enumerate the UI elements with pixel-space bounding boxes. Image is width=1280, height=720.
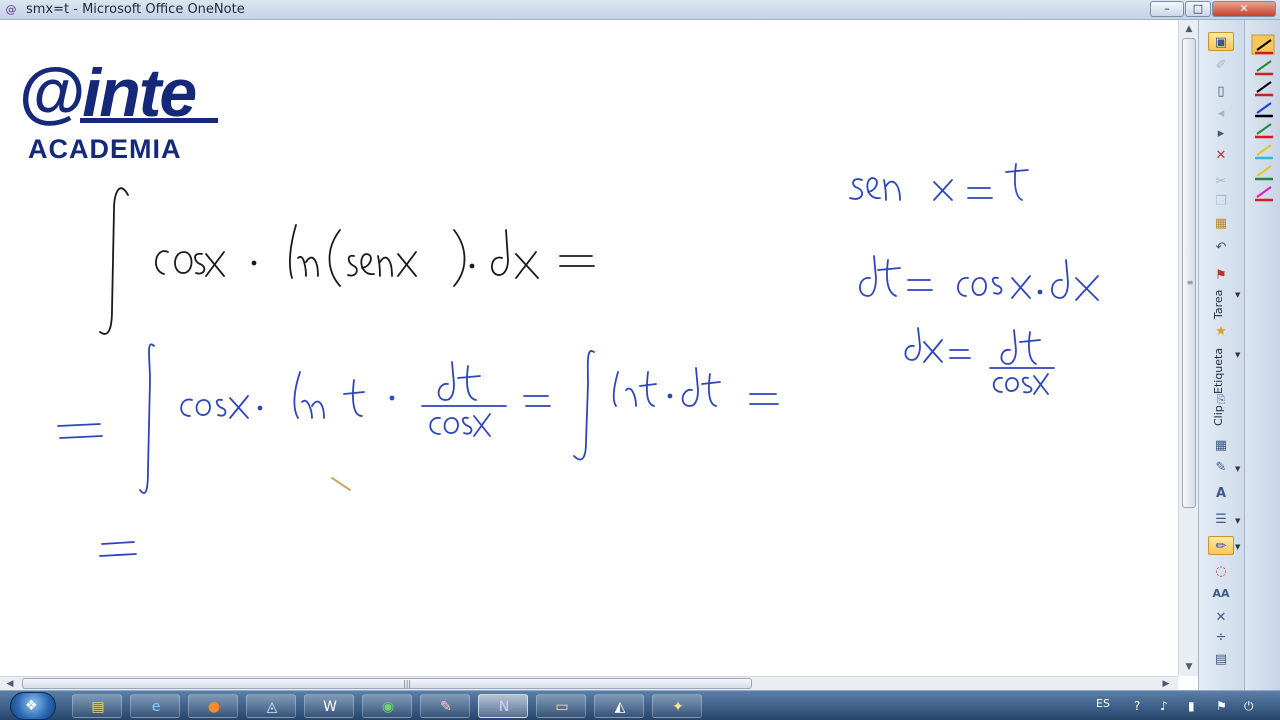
select-tool-button[interactable]: ▣	[1208, 32, 1234, 51]
taskbar-app-network[interactable]: ◬	[246, 694, 296, 718]
equation-line-2	[57, 343, 779, 494]
scroll-left-icon[interactable]: ◀	[4, 677, 16, 691]
title-bar: @ smx=t - Microsoft Office OneNote – □ ✕	[0, 0, 1280, 20]
pen-icon[interactable]	[1256, 123, 1272, 135]
notes-icon: ▭	[555, 699, 569, 715]
tools-icon: ✦	[672, 699, 684, 715]
screen: @ smx=t - Microsoft Office OneNote – □ ✕	[0, 0, 1280, 720]
grip-icon: ≡	[1186, 278, 1194, 287]
taskbar-app-tools[interactable]: ✦	[652, 694, 702, 718]
taskbar-app-explorer[interactable]: ▤	[72, 694, 122, 718]
help-icon[interactable]: ?	[1134, 698, 1140, 714]
word-icon: W	[323, 699, 337, 715]
onenote-icon: N	[498, 699, 510, 715]
table-icon[interactable]: ▦	[1208, 436, 1234, 455]
tarea-label[interactable]: Tarea	[1203, 284, 1235, 324]
taskbar-app-paint[interactable]: ✎	[420, 694, 470, 718]
horizontal-scroll-thumb[interactable]: |||	[22, 678, 752, 689]
window-title: smx=t - Microsoft Office OneNote	[26, 2, 245, 17]
grip-icon: |||	[403, 679, 412, 688]
scroll-down-icon[interactable]: ▼	[1182, 660, 1196, 674]
note-canvas[interactable]: @inte ACADEMIA	[0, 20, 1178, 676]
pen-icon[interactable]	[1256, 60, 1272, 72]
onenote-icon: @	[5, 3, 17, 16]
maximize-button[interactable]: □	[1185, 1, 1211, 17]
page-icon[interactable]: ▤	[1208, 650, 1234, 669]
taskbar-app-word[interactable]: W	[304, 694, 354, 718]
volume-icon[interactable]: ♪	[1160, 698, 1168, 714]
chevron-down-icon[interactable]: ▼	[1235, 464, 1243, 474]
text-tool-icon[interactable]: A	[1208, 484, 1234, 503]
star-icon[interactable]: ★	[1208, 322, 1234, 341]
taskbar-app-firefox[interactable]: ●	[188, 694, 238, 718]
insert-space-icon[interactable]: ÷	[1208, 628, 1234, 647]
taskbar-app-notes[interactable]: ▭	[536, 694, 586, 718]
close-button[interactable]: ✕	[1212, 1, 1276, 17]
text-format-icon[interactable]: AA	[1208, 584, 1234, 603]
drive-icon: ◭	[614, 699, 626, 715]
taskbar-app-chrome[interactable]: ◉	[362, 694, 412, 718]
back-icon[interactable]: ◂	[1208, 104, 1234, 123]
taskbar-app-internet-explorer[interactable]: e	[130, 694, 180, 718]
pen-icon[interactable]	[1256, 81, 1272, 93]
chrome-icon: ◉	[381, 699, 395, 715]
scroll-up-icon[interactable]: ▲	[1182, 22, 1196, 36]
pen-icon[interactable]	[1256, 144, 1272, 156]
language-indicator[interactable]: ES	[1096, 697, 1110, 710]
flag-icon[interactable]: ⚑	[1208, 266, 1234, 285]
firefox-icon: ●	[207, 699, 221, 715]
paint-icon: ✎	[440, 699, 452, 715]
vertical-scroll-thumb[interactable]: ≡	[1182, 38, 1196, 508]
copy-icon[interactable]: ❐	[1208, 192, 1234, 211]
new-page-icon[interactable]: ▯	[1208, 82, 1234, 101]
logo-subtitle: ACADEMIA	[28, 134, 182, 164]
taskbar-app-onenote[interactable]: N	[478, 694, 528, 718]
chevron-down-icon[interactable]: ▼	[1235, 350, 1243, 360]
highlighter-tool-button[interactable]: ✏	[1208, 536, 1234, 555]
pen-cursor	[331, 477, 351, 491]
chevron-down-icon[interactable]: ▼	[1235, 290, 1243, 300]
paste-icon[interactable]: ▦	[1208, 214, 1234, 233]
taskbar-app-drive[interactable]: ◭	[594, 694, 644, 718]
forward-icon[interactable]: ▸	[1208, 124, 1234, 143]
pens-toolbar	[1244, 20, 1280, 690]
pen-icon[interactable]	[1256, 186, 1272, 198]
equation-line-1	[99, 187, 595, 335]
action-center-icon[interactable]: ⚑	[1216, 698, 1227, 714]
taskbar: ❖ ▤ e ● ◬ W ◉ ✎ N ▭ ◭ ✦ ES ? ♪ ▮ ⚑ ⏻	[0, 690, 1280, 720]
academia-logo: @inte ACADEMIA	[18, 58, 228, 168]
power-icon[interactable]: ⏻	[1244, 698, 1254, 714]
pin-icon[interactable]: ✐	[1208, 56, 1234, 75]
network-icon[interactable]: ▮	[1188, 698, 1195, 714]
scroll-right-icon[interactable]: ▶	[1160, 677, 1172, 691]
clip-label[interactable]: Clip	[1203, 404, 1235, 428]
internet-explorer-icon: e	[151, 699, 161, 715]
logo-underline	[80, 118, 218, 123]
substitution-notes	[849, 163, 1099, 395]
eraser-icon[interactable]: ✕	[1208, 608, 1234, 627]
network-icon: ◬	[266, 699, 278, 715]
pen-icon[interactable]	[1256, 102, 1272, 114]
horizontal-scrollbar[interactable]: ◀ ||| ▶	[0, 676, 1178, 690]
list-icon[interactable]: ☰	[1208, 510, 1234, 529]
explorer-icon: ▤	[91, 699, 105, 715]
pen-tool-icon[interactable]: ✎	[1208, 458, 1234, 477]
windows-logo-icon: ❖	[25, 698, 38, 714]
delete-icon[interactable]: ✕	[1208, 146, 1234, 165]
tools-toolbar: ▣ ✐ ▯ ◂ ▸ ✕ ✂ ❐ ▦ ↶ ⚑ ▼ Tarea ★ ▼ Etique…	[1198, 20, 1244, 690]
chevron-down-icon[interactable]: ▼	[1235, 542, 1243, 552]
minimize-button[interactable]: –	[1150, 1, 1184, 17]
undo-icon[interactable]: ↶	[1208, 238, 1234, 257]
cut-icon[interactable]: ✂	[1208, 172, 1234, 191]
equation-line-3	[99, 541, 137, 557]
chevron-down-icon[interactable]: ▼	[1235, 516, 1243, 526]
start-button[interactable]: ❖	[10, 692, 56, 720]
lasso-icon[interactable]: ◌	[1208, 562, 1234, 581]
pen-palette	[1251, 34, 1275, 202]
vertical-scrollbar[interactable]: ▲ ≡ ▼	[1178, 20, 1198, 676]
pen-icon[interactable]	[1256, 165, 1272, 177]
